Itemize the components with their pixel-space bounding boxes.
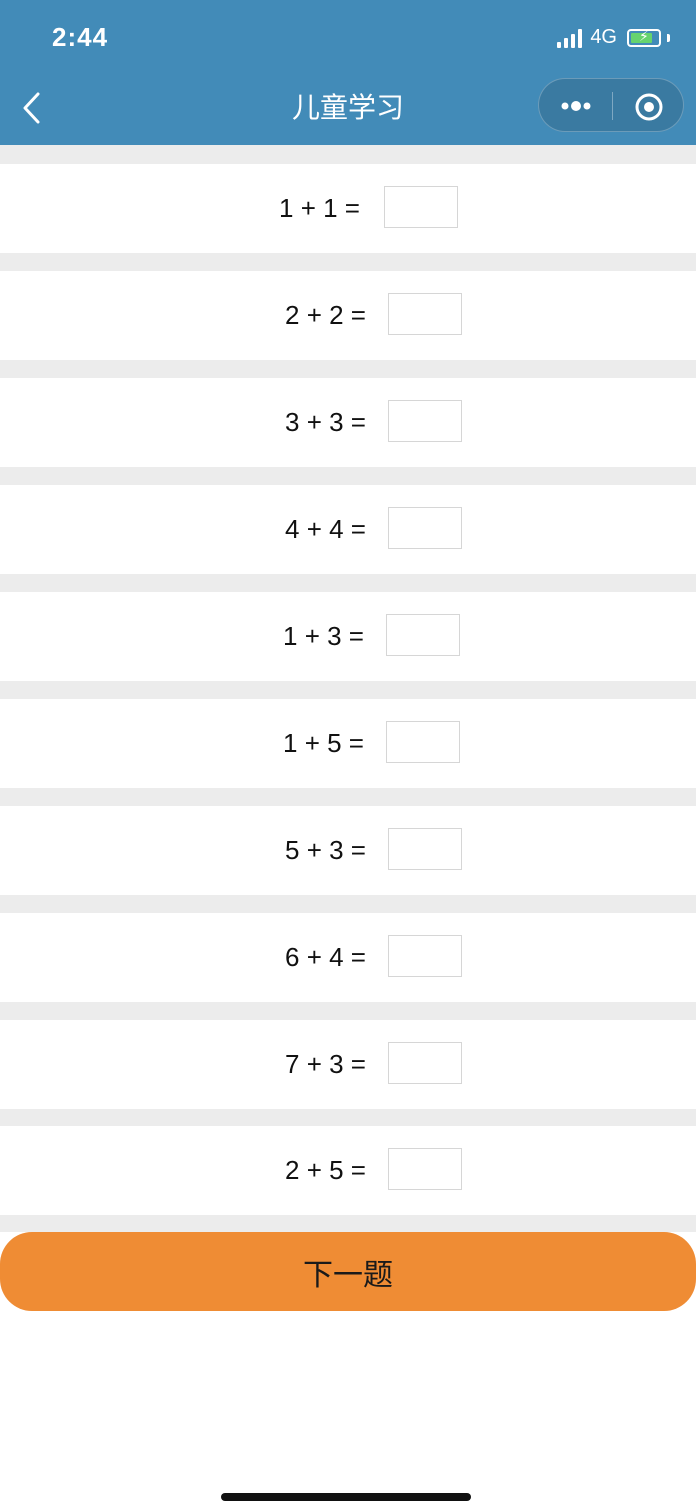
question-row: 6 + 4 = [0,913,696,1002]
capsule-divider [612,92,613,120]
answer-input[interactable] [388,935,462,977]
answer-input[interactable] [388,828,462,870]
answer-input[interactable] [384,186,458,228]
signal-icon [557,28,583,48]
target-icon[interactable] [634,92,664,122]
question-row: 1 + 1 = [0,164,696,253]
question-row: 7 + 3 = [0,1020,696,1109]
question-text: 3 + 3 = [285,407,366,437]
answer-input[interactable] [388,507,462,549]
status-time: 2:44 [52,22,109,52]
status-indicators: 4G ⚡ [557,26,670,49]
battery-tip [667,33,670,42]
question-text: 5 + 3 = [285,835,366,865]
next-question-button[interactable]: 下一题 [0,1232,696,1311]
question-text: 6 + 4 = [285,942,366,972]
answer-input[interactable] [386,614,460,656]
question-row: 2 + 5 = [0,1126,696,1215]
question-text: 2 + 2 = [285,300,366,330]
question-text: 7 + 3 = [285,1049,366,1079]
mini-program-capsule [538,78,684,132]
question-row: 4 + 4 = [0,485,696,574]
question-text: 2 + 5 = [285,1155,366,1185]
question-row: 5 + 3 = [0,806,696,895]
question-list: 1 + 1 = 2 + 2 = 3 + 3 = 4 + 4 = 1 + 3 = … [0,145,696,1232]
question-text: 1 + 1 = [279,193,360,223]
answer-input[interactable] [388,1042,462,1084]
battery-icon: ⚡ [627,28,661,47]
home-indicator [221,1493,471,1501]
answer-input[interactable] [386,721,460,763]
question-row: 1 + 5 = [0,699,696,788]
question-text: 4 + 4 = [285,514,366,544]
question-text: 1 + 5 = [283,728,364,758]
network-type: 4G [590,26,617,48]
question-row: 3 + 3 = [0,378,696,467]
question-row: 2 + 2 = [0,271,696,360]
answer-input[interactable] [388,400,462,442]
answer-input[interactable] [388,293,462,335]
question-row: 1 + 3 = [0,592,696,681]
header: 2:44 4G ⚡ 儿童学习 [0,0,696,145]
answer-input[interactable] [388,1148,462,1190]
question-text: 1 + 3 = [283,621,364,651]
more-icon[interactable] [559,96,593,116]
